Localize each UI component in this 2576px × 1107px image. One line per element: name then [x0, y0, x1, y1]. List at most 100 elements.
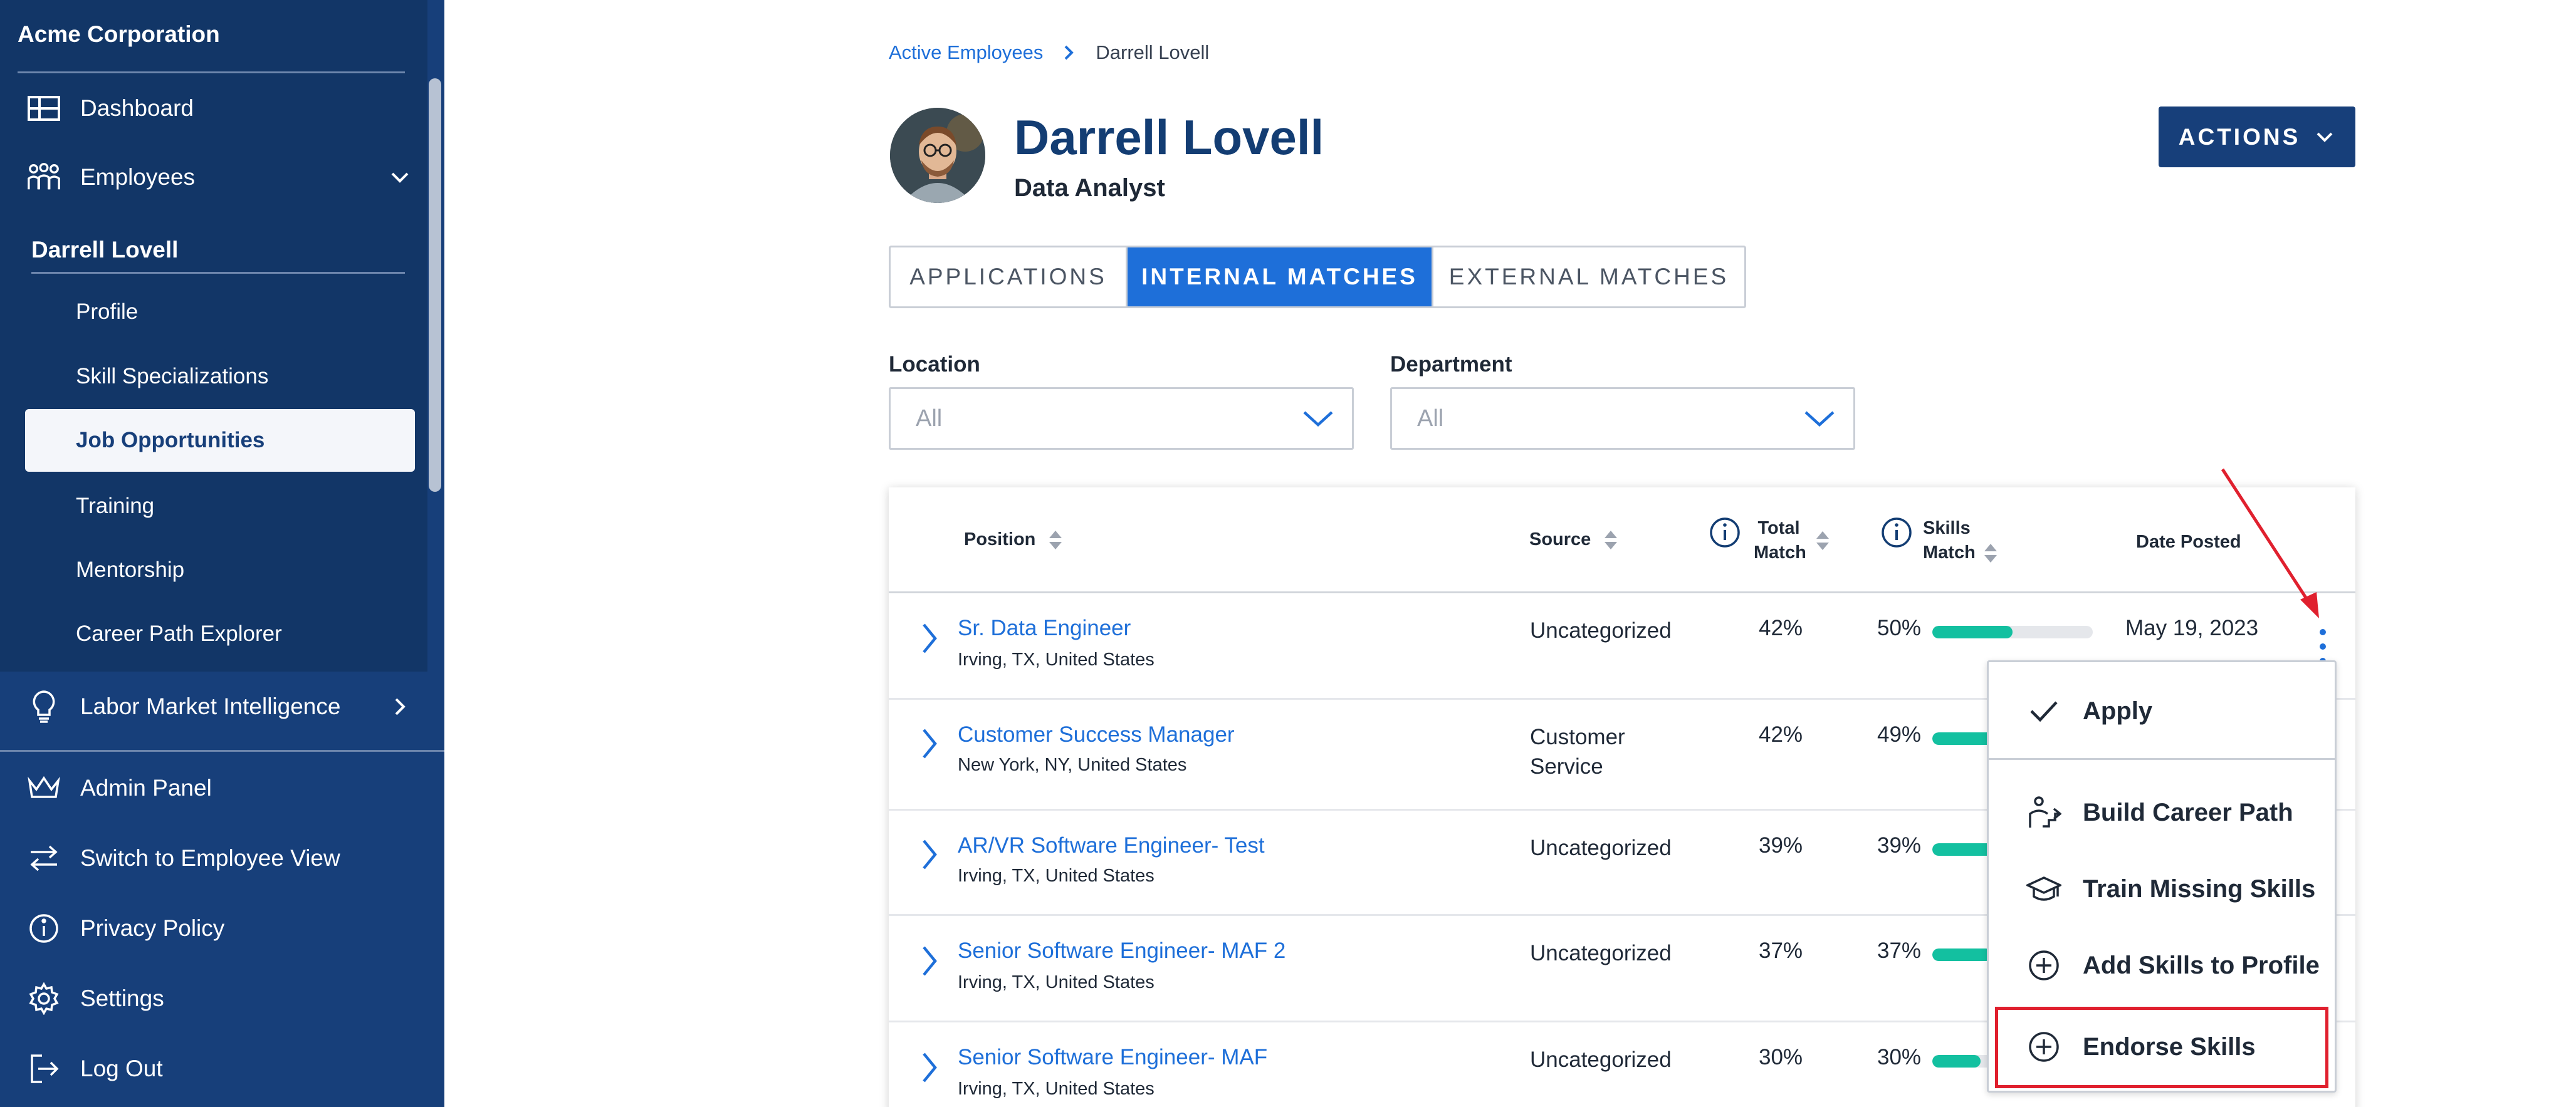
chevron-right-icon[interactable]	[387, 694, 412, 719]
sidebar-item-dashboard[interactable]: Dashboard	[0, 90, 427, 127]
column-header-label: Skills	[1923, 518, 1971, 538]
sidebar-item-label: Switch to Employee View	[80, 845, 340, 871]
column-header-label: Total	[1757, 518, 1800, 538]
column-header-label: Match	[1923, 541, 1998, 565]
column-header-total-match[interactable]: Total Match	[1754, 516, 1806, 565]
chevron-right-icon[interactable]	[914, 836, 944, 873]
sidebar-item-admin-panel[interactable]: Admin Panel	[0, 769, 427, 807]
sidebar-item-label: Dashboard	[80, 95, 194, 121]
job-title-link[interactable]: Customer Success Manager	[958, 722, 1235, 747]
menu-item-add-skills-to-profile[interactable]: Add Skills to Profile	[1989, 934, 2335, 997]
location-select-value: All	[916, 405, 943, 432]
dashboard-icon	[26, 91, 61, 126]
total-match-value: 30%	[1759, 1045, 1803, 1069]
tab-applications[interactable]: APPLICATIONS	[891, 247, 1128, 306]
sidebar-item-label: Log Out	[80, 1056, 163, 1081]
sidebar-item-training[interactable]: Training	[76, 494, 154, 519]
location-filter-label: Location	[889, 352, 980, 377]
job-title-link[interactable]: AR/VR Software Engineer- Test	[958, 833, 1265, 858]
sidebar-item-label: Settings	[80, 985, 164, 1011]
chevron-down-icon	[2317, 132, 2333, 142]
info-icon[interactable]	[1709, 516, 1741, 549]
total-match-value: 39%	[1759, 833, 1803, 858]
skills-match-bar-fill	[1932, 1055, 1981, 1068]
chevron-right-icon[interactable]	[914, 1049, 944, 1086]
total-match-value: 42%	[1759, 616, 1803, 640]
graduation-cap-icon	[2026, 876, 2061, 901]
company-name: Acme Corporation	[18, 21, 220, 47]
column-header-position[interactable]: Position	[964, 528, 1063, 552]
total-match-value: 37%	[1759, 938, 1803, 963]
skills-match-value: 50%	[1877, 616, 1922, 640]
sidebar-item-employees[interactable]: Employees	[0, 155, 427, 199]
tab-bar: APPLICATIONS INTERNAL MATCHES EXTERNAL M…	[889, 246, 1746, 308]
skills-match-bar-fill	[1932, 626, 2013, 638]
menu-item-train-missing-skills[interactable]: Train Missing Skills	[1989, 858, 2335, 920]
job-location: New York, NY, United States	[958, 755, 1187, 775]
info-icon[interactable]	[1880, 516, 1913, 549]
job-source: Customer Service	[1530, 725, 1625, 779]
job-source: Uncategorized	[1530, 836, 1672, 860]
sidebar-item-logout[interactable]: Log Out	[0, 1050, 427, 1088]
chevron-right-icon[interactable]	[914, 725, 944, 762]
sidebar-item-labor-market[interactable]: Labor Market Intelligence	[0, 688, 427, 725]
menu-item-label: Apply	[2083, 697, 2153, 725]
breadcrumb-current: Darrell Lovell	[1096, 41, 1210, 63]
job-location: Irving, TX, United States	[958, 1079, 1154, 1099]
job-title-link[interactable]: Senior Software Engineer- MAF	[958, 1045, 1267, 1070]
sidebar-item-profile[interactable]: Profile	[76, 299, 138, 325]
chevron-right-icon[interactable]	[914, 620, 944, 657]
sidebar-item-label: Privacy Policy	[80, 915, 225, 941]
sidebar-item-settings[interactable]: Settings	[0, 980, 427, 1017]
location-select[interactable]: All	[889, 387, 1354, 450]
tab-internal-matches[interactable]: INTERNAL MATCHES	[1128, 247, 1433, 306]
crown-icon	[26, 771, 61, 806]
column-header-source[interactable]: Source	[1529, 528, 1618, 552]
department-select-value: All	[1417, 405, 1444, 432]
chevron-down-icon[interactable]	[387, 165, 412, 190]
job-location: Irving, TX, United States	[958, 972, 1154, 992]
sidebar-item-skill-specializations[interactable]: Skill Specializations	[76, 364, 268, 389]
sidebar-item-label: Admin Panel	[80, 775, 212, 801]
sidebar-item-switch-view[interactable]: Switch to Employee View	[0, 839, 427, 877]
career-path-icon	[2029, 796, 2061, 828]
annotation-arrow	[2221, 468, 2319, 618]
menu-item-apply[interactable]: Apply	[1989, 680, 2335, 742]
plus-circle-icon	[2029, 950, 2059, 980]
sidebar-scrollbar[interactable]	[429, 78, 441, 492]
chevron-right-icon[interactable]	[914, 942, 944, 980]
chevron-down-icon	[1804, 411, 1835, 427]
total-match-value: 42%	[1759, 722, 1803, 747]
tab-external-matches[interactable]: EXTERNAL MATCHES	[1433, 247, 1744, 306]
chevron-right-icon	[1064, 45, 1074, 60]
chevron-down-icon	[1303, 411, 1333, 427]
menu-item-build-career-path[interactable]: Build Career Path	[1989, 781, 2335, 844]
sidebar-item-privacy-policy[interactable]: Privacy Policy	[0, 910, 427, 947]
skills-match-value: 30%	[1877, 1045, 1922, 1069]
sidebar-item-mentorship[interactable]: Mentorship	[76, 558, 184, 583]
divider	[18, 71, 405, 73]
department-select[interactable]: All	[1390, 387, 1855, 450]
breadcrumb-link[interactable]: Active Employees	[889, 41, 1043, 64]
sort-icon	[1605, 531, 1618, 550]
job-source: Uncategorized	[1530, 618, 1672, 643]
gear-icon	[26, 981, 61, 1016]
job-title-link[interactable]: Senior Software Engineer- MAF 2	[958, 938, 1285, 964]
job-title-link[interactable]: Sr. Data Engineer	[958, 616, 1131, 641]
people-icon	[26, 160, 61, 195]
sort-icon	[1984, 544, 1997, 563]
sidebar-item-label: Job Opportunities	[76, 428, 265, 452]
sort-icon[interactable]	[1815, 530, 1830, 551]
breadcrumb: Active Employees Darrell Lovell	[889, 40, 1209, 65]
department-filter-label: Department	[1390, 352, 1512, 377]
row-actions-menu: Apply Build Career Path Train Missing Sk…	[1987, 660, 2337, 1093]
sidebar-item-career-path-explorer[interactable]: Career Path Explorer	[76, 621, 282, 647]
job-location: Irving, TX, United States	[958, 866, 1154, 886]
highlight-box	[1995, 1007, 2328, 1088]
check-icon	[2030, 701, 2058, 722]
actions-button[interactable]: ACTIONS	[2159, 107, 2355, 167]
column-header-skills-match[interactable]: Skills Match	[1923, 516, 1998, 565]
swap-arrows-icon	[26, 841, 61, 876]
logout-icon	[26, 1051, 61, 1086]
menu-item-label: Train Missing Skills	[2083, 875, 2316, 903]
